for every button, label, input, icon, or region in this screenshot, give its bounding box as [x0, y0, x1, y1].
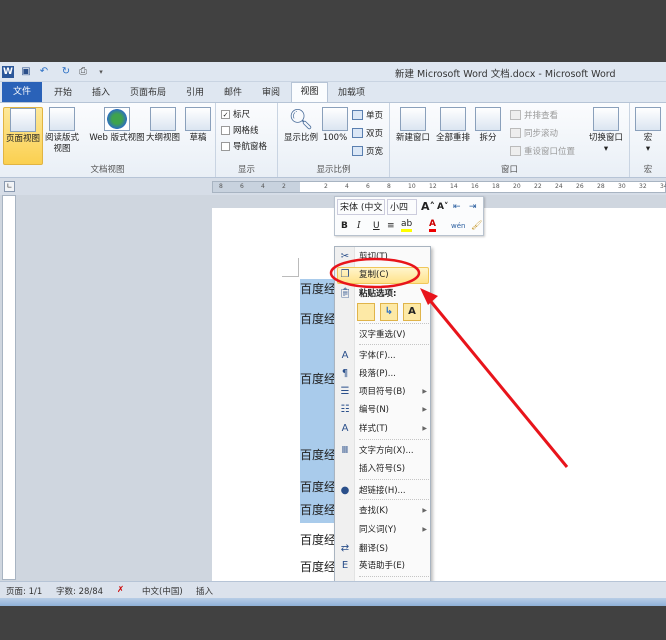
status-bar: 页面: 1/1 字数: 28/84 ✗ 中文(中国) 插入	[0, 581, 666, 598]
proofing-icon[interactable]: ✗	[117, 585, 124, 595]
annotation-arrowhead	[420, 288, 438, 305]
insert-mode[interactable]: 插入	[196, 585, 213, 597]
annotation-arrow	[426, 297, 569, 468]
language[interactable]: 中文(中国)	[142, 585, 183, 597]
annotation-overlay	[329, 257, 569, 468]
page-count[interactable]: 页面: 1/1	[6, 585, 42, 597]
annotation-circle	[329, 257, 421, 289]
word-count[interactable]: 字数: 28/84	[56, 585, 103, 597]
taskbar	[0, 598, 666, 606]
